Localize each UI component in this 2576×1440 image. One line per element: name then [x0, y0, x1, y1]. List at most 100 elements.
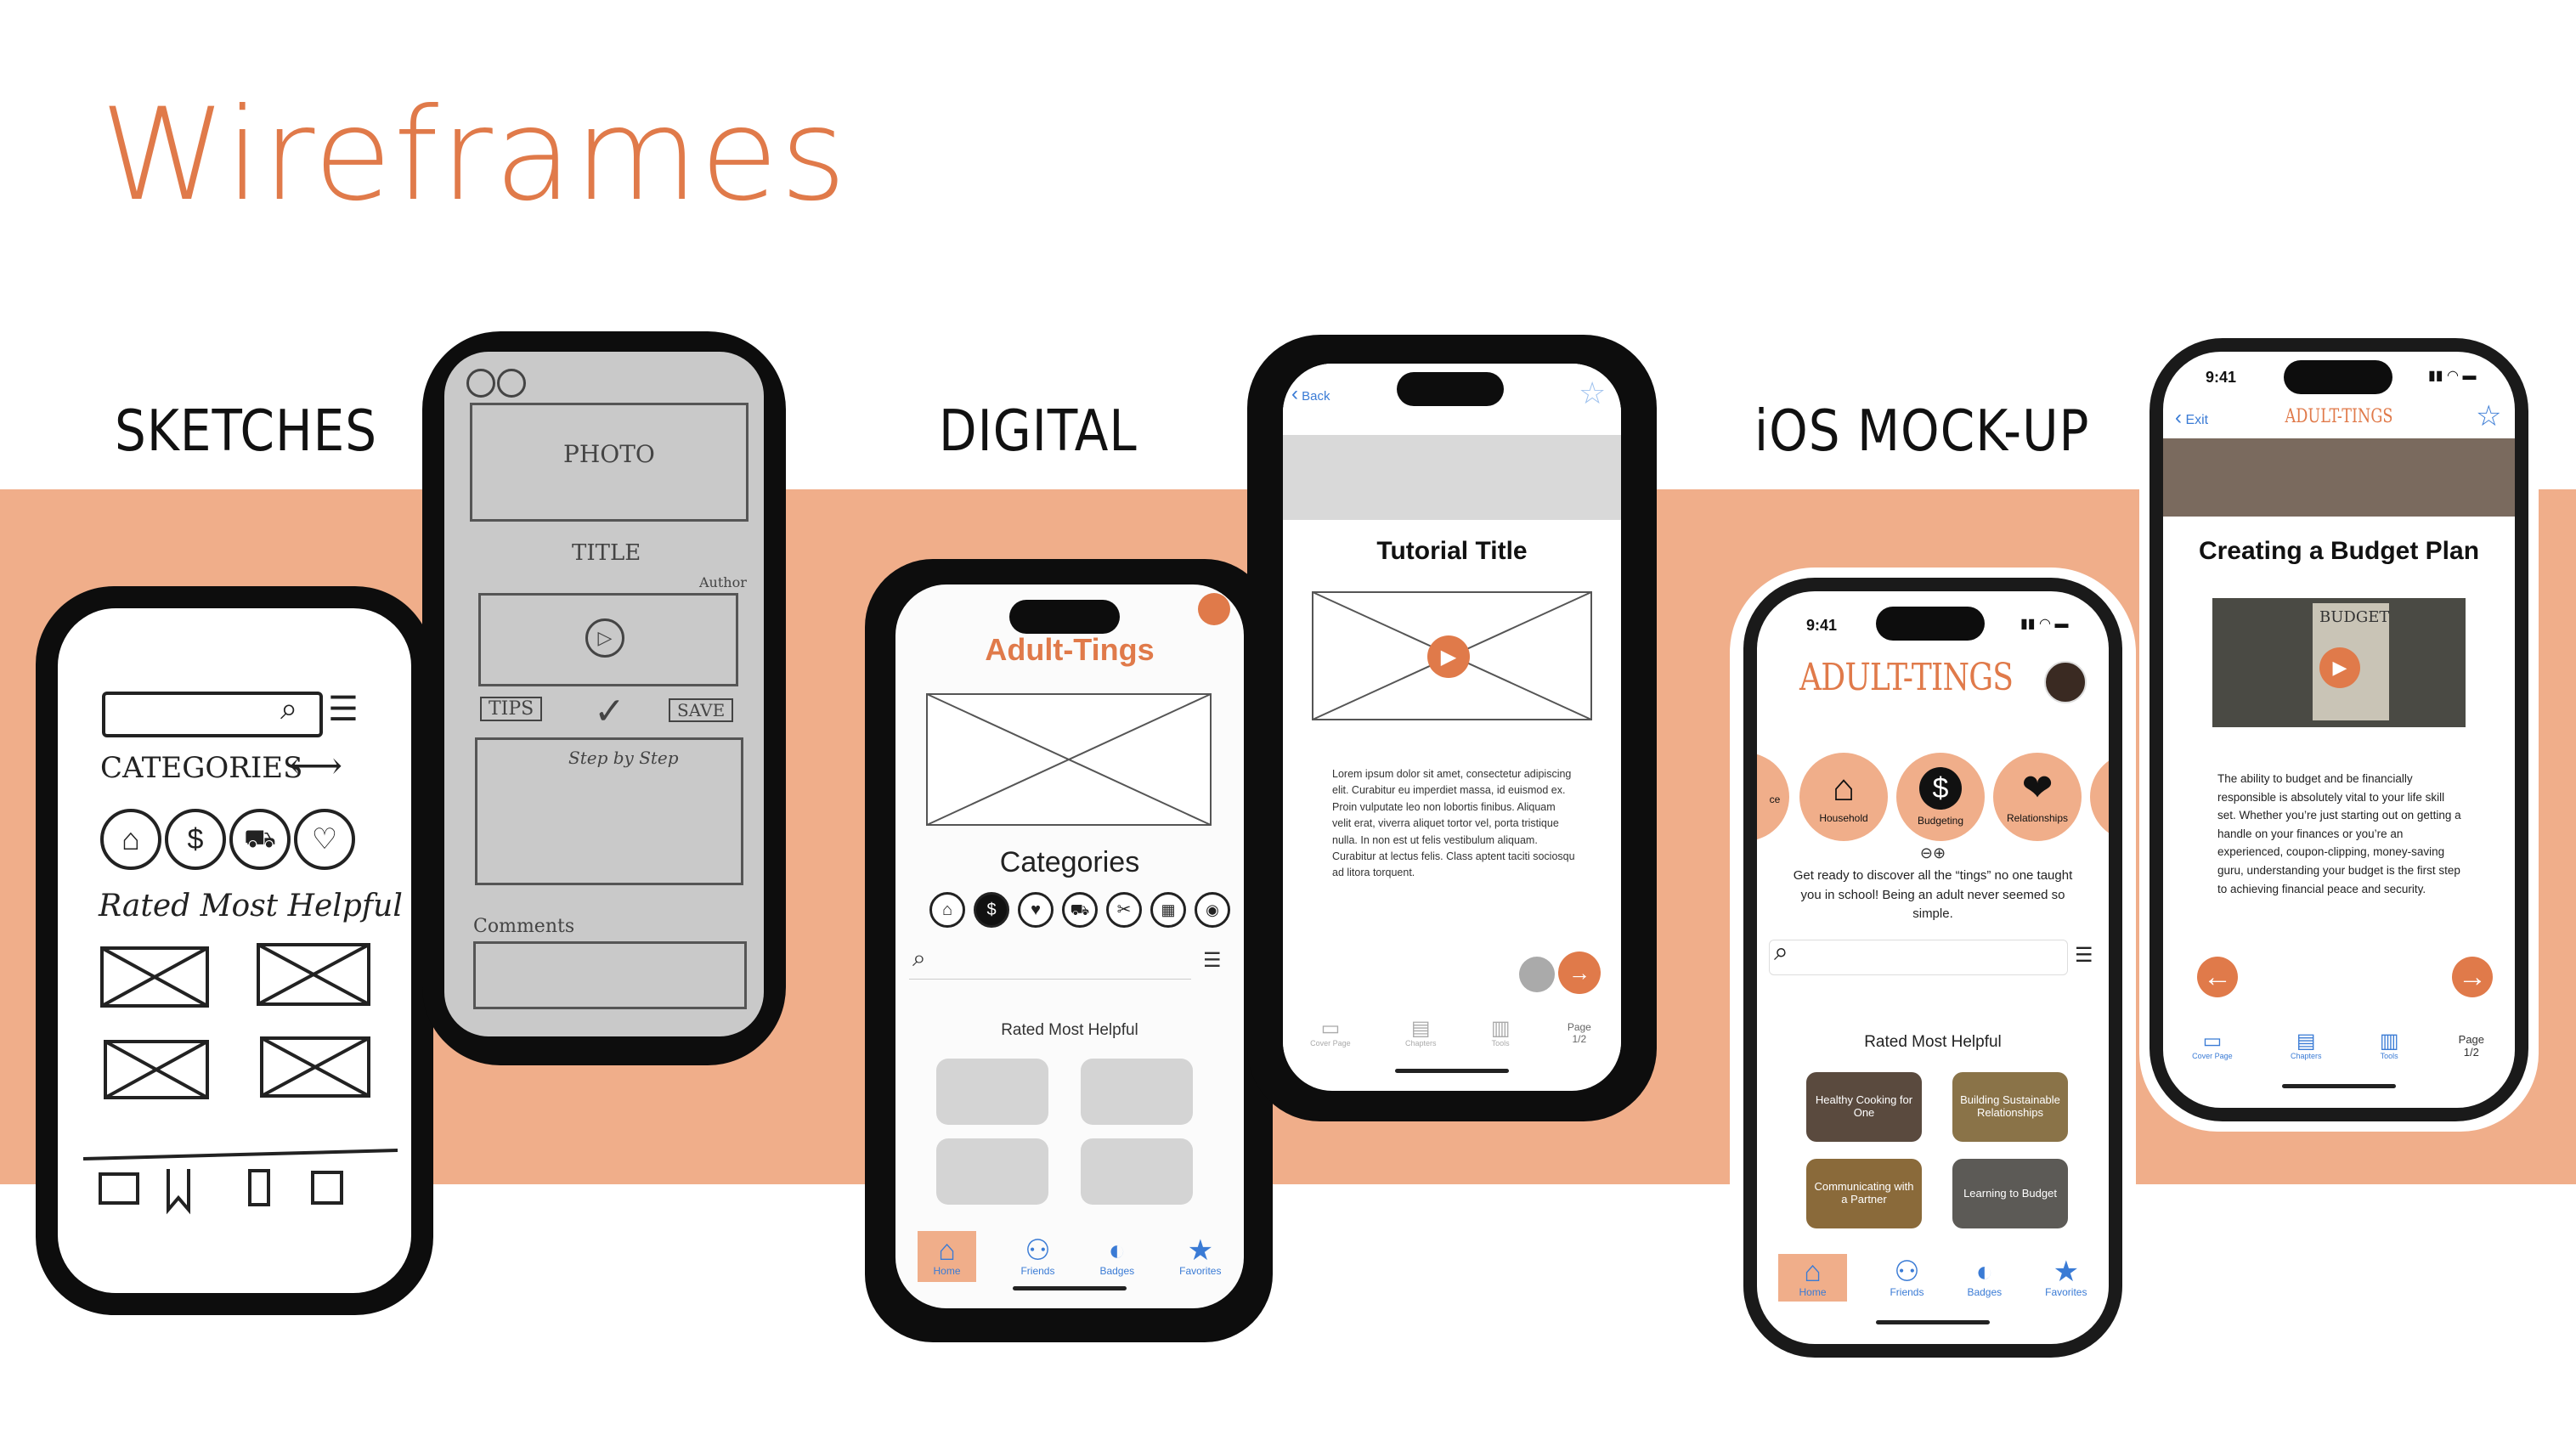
filter-icon[interactable]: ☰ [1203, 948, 1222, 973]
favorite-star-icon[interactable]: ☆ [2476, 399, 2501, 433]
tools-icon: ▥ [1490, 1017, 1511, 1040]
household-icon[interactable]: ⌂ [929, 892, 965, 928]
tab-badges[interactable]: ◐ Badges [1967, 1257, 2002, 1298]
category-row: ⌂ $ ♥ ⛟ ✂ ▦ ◉ [929, 892, 1230, 928]
tab-home[interactable]: ⌂ Home [1778, 1254, 1847, 1302]
avatar[interactable] [2044, 661, 2087, 703]
prev-button[interactable]: ← [2197, 957, 2238, 997]
search-icon: ⌕ [1774, 938, 1788, 966]
badge-icon: ◐ [1975, 1256, 1994, 1288]
tab-label: Home [933, 1265, 961, 1277]
tab-bar: ▭ Cover Page ▤ Chapters ▥ Tools Page 1/2 [1283, 1011, 1621, 1055]
sketch-rated-label: Rated Most Helpful [99, 889, 403, 923]
star-icon: ★ [1187, 1234, 1214, 1267]
rated-card[interactable]: Learning to Budget [1952, 1159, 2068, 1228]
location-icon[interactable]: ◉ [1195, 892, 1230, 928]
status-time: 9:41 [2206, 369, 2237, 386]
favorite-star-icon[interactable]: ☆ [1579, 376, 1606, 411]
category-partial-right[interactable] [2090, 753, 2109, 841]
profile-sketch-icon [497, 369, 526, 398]
tab-tools[interactable]: ▥ Tools [2380, 1031, 2399, 1061]
search-icon: ⌕ [912, 945, 926, 971]
rated-card[interactable] [936, 1138, 1048, 1205]
image-text: BUDGET [2319, 608, 2390, 626]
home-icon: ⌂ [1804, 1256, 1822, 1288]
rated-heading: Rated Most Helpful [1864, 1033, 2002, 1051]
sketch-car-category-icon: ⛟ [229, 809, 291, 870]
rated-card[interactable]: Building Sustainable Relationships [1952, 1072, 2068, 1142]
next-button[interactable]: → [2452, 957, 2493, 997]
rated-card[interactable] [1081, 1138, 1193, 1205]
dollar-icon: $ [1919, 767, 1962, 810]
budget-icon[interactable]: $ [974, 892, 1009, 928]
rated-card[interactable]: Healthy Cooking for One [1806, 1072, 1922, 1142]
filter-icon[interactable]: ☰ [2075, 943, 2093, 968]
category-budgeting[interactable]: $ Budgeting [1896, 753, 1985, 841]
tab-friends[interactable]: ⚇ Friends [1020, 1236, 1054, 1277]
tools-icon[interactable]: ✂ [1106, 892, 1142, 928]
heart-icon[interactable]: ♥ [1018, 892, 1054, 928]
tab-cover-page[interactable]: ▭ Cover Page [2192, 1031, 2233, 1061]
profile-icon[interactable] [1198, 593, 1230, 625]
tab-page[interactable]: Page 1/2 [2457, 1033, 2486, 1059]
tutorial-body: Lorem ipsum dolor sit amet, consectetur … [1332, 768, 1575, 879]
rated-card[interactable] [936, 1059, 1048, 1125]
tab-friends[interactable]: ⚇ Friends [1890, 1257, 1924, 1298]
tab-bar: ▭ Cover Page ▤ Chapters ▥ Tools Page 1/2 [2163, 1023, 2515, 1069]
play-button[interactable]: ▶ [2319, 647, 2360, 688]
star-icon: ★ [2053, 1256, 2080, 1288]
dynamic-island [1876, 607, 1985, 641]
sketch-categories-label: CATEGORIES [100, 751, 303, 785]
tab-label: Tools [1491, 1039, 1510, 1048]
category-partial[interactable]: ce [1757, 753, 1789, 841]
sketch-home-category-icon: ⌂ [100, 809, 161, 870]
sketch-tutorial-screen: PHOTO TITLE Author ▷ TIPS ✓ SAVE Step by… [444, 352, 764, 1036]
tab-label: Chapters [2291, 1052, 2322, 1060]
store-icon[interactable]: ▦ [1150, 892, 1186, 928]
tab-chapters[interactable]: ▤ Chapters [1405, 1019, 1437, 1048]
next-button[interactable]: → [1558, 952, 1601, 994]
scroll-arrows-icon: ⊖⊕ [1919, 844, 1946, 861]
rated-card[interactable] [1081, 1059, 1193, 1125]
tab-badges[interactable]: ◐ Badges [1099, 1236, 1134, 1277]
status-icons: ▮▮ ◠ ▬ [2020, 617, 2069, 631]
arrows-icon: ⟷ [289, 744, 343, 788]
prev-button[interactable] [1519, 957, 1555, 992]
tab-home[interactable]: ⌂ Home [918, 1231, 976, 1282]
tab-cover-page[interactable]: ▭ Cover Page [1310, 1019, 1351, 1048]
category-household[interactable]: ⌂ Household [1799, 753, 1888, 841]
tab-chapters[interactable]: ▤ Chapters [2291, 1031, 2322, 1061]
tab-favorites[interactable]: ★ Favorites [2045, 1257, 2087, 1298]
sketch-title-label: TITLE [572, 540, 641, 566]
rated-heading: Rated Most Helpful [1001, 1021, 1138, 1039]
sketch-photo-label: PHOTO [563, 440, 655, 468]
section-label-sketches: SKETCHES [115, 398, 378, 465]
tab-label: Page 1/2 [1567, 1021, 1591, 1045]
tab-label: Favorites [2045, 1286, 2087, 1298]
play-button[interactable]: ▶ [1427, 635, 1470, 678]
tab-label: Chapters [1405, 1039, 1437, 1048]
category-label: Relationships [2006, 812, 2069, 824]
category-label: Budgeting [1917, 815, 1964, 827]
car-icon[interactable]: ⛟ [1062, 892, 1098, 928]
dynamic-island [1009, 600, 1120, 634]
search-input[interactable] [1769, 940, 2068, 975]
back-button[interactable]: ‹ Back [1291, 382, 1330, 406]
sketch-save-button: SAVE [669, 698, 734, 722]
sketch-rated-boxes [100, 943, 370, 1099]
search-input[interactable] [909, 945, 1191, 980]
tab-label: Home [1799, 1286, 1827, 1298]
category-relationships[interactable]: ❤ Relationships [1993, 753, 2082, 841]
sketch-comments-label: Comments [473, 916, 575, 937]
app-name: ADULT-TINGS [2285, 406, 2393, 427]
tab-page[interactable]: Page 1/2 [1565, 1021, 1594, 1045]
rated-card[interactable]: Communicating with a Partner [1806, 1159, 1922, 1228]
tab-favorites[interactable]: ★ Favorites [1179, 1236, 1221, 1277]
digital-home-phone: Adult-Tings Categories ⌂ $ ♥ ⛟ ✂ ▦ ◉ ⌕ ☰… [865, 559, 1273, 1342]
page-title: Wireframes [100, 82, 849, 229]
back-sketch-icon [466, 369, 495, 398]
tab-tools[interactable]: ▥ Tools [1491, 1019, 1511, 1048]
digital-home-screen: Adult-Tings Categories ⌂ $ ♥ ⛟ ✂ ▦ ◉ ⌕ ☰… [895, 584, 1244, 1308]
home-icon: ⌂ [938, 1234, 956, 1267]
home-indicator [1876, 1320, 1990, 1324]
